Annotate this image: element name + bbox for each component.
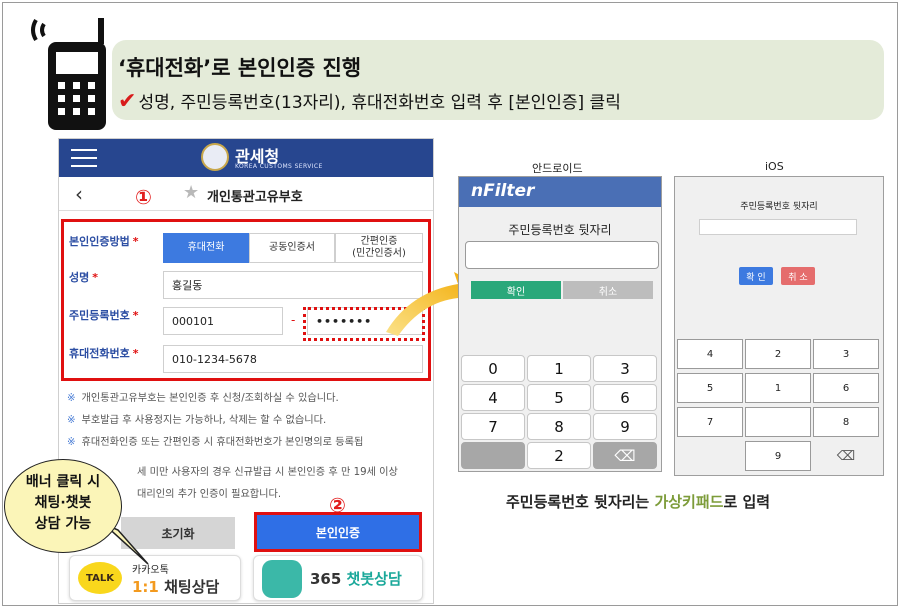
name-label: 성명 * xyxy=(69,271,99,284)
step-1-marker: ① xyxy=(135,185,152,209)
rrn-front-field[interactable]: 000101 xyxy=(163,307,283,335)
keypad-key[interactable]: 3 xyxy=(813,339,879,369)
org-subtitle: KOREA CUSTOMS SERVICE xyxy=(235,163,323,170)
keypad-key[interactable]: 8 xyxy=(813,407,879,437)
keypad-key[interactable]: 2 xyxy=(527,442,591,469)
backspace-icon[interactable]: ⌫ xyxy=(813,441,879,471)
android-input-label: 주민등록번호 뒷자리 xyxy=(508,223,612,237)
phone-label: 휴대전화번호 * xyxy=(69,347,139,360)
ios-keypad-screen: 주민등록번호 뒷자리 확 인 취 소 4 2 3 5 1 6 7 8 9 ⌫ xyxy=(674,176,884,476)
keypad-key[interactable]: 9 xyxy=(745,441,811,471)
keypad-key[interactable]: 6 xyxy=(593,384,657,411)
menu-icon[interactable] xyxy=(71,149,97,167)
keypad-key[interactable]: 6 xyxy=(813,373,879,403)
nfilter-logo: nFilter xyxy=(471,181,535,201)
keypad-key[interactable]: 4 xyxy=(677,339,743,369)
backspace-icon[interactable]: ⌫ xyxy=(593,442,657,469)
header-title: ‘휴대전화’로 본인인증 진행 xyxy=(118,56,362,80)
header-subtitle-text: 성명, 주민등록번호(13자리), 휴대전화번호 입력 후 [본인인증] 클릭 xyxy=(138,93,621,113)
step-2-marker: ② xyxy=(329,493,346,517)
android-keypad-screen: nFilter 주민등록번호 뒷자리 확인 취소 0 1 3 4 5 6 7 8… xyxy=(458,176,662,472)
keypad-key[interactable] xyxy=(745,407,811,437)
ios-ok-button[interactable]: 확 인 xyxy=(739,267,773,285)
keypad-key-blank xyxy=(461,442,525,469)
nfilter-bar: nFilter xyxy=(459,177,661,207)
keypad-key-blank xyxy=(677,441,743,471)
keypad-key[interactable]: 5 xyxy=(677,373,743,403)
page-title: 개인통관고유부호 xyxy=(207,190,303,205)
notice-item: ※ 부호발급 후 사용정지는 가능하나, 삭제는 할 수 없습니다. xyxy=(67,415,327,426)
check-icon: ✔ xyxy=(118,89,137,114)
auth-method-label: 본인인증방법 * xyxy=(69,235,139,248)
page-header: ‹ ★ 개인통관고유부호 xyxy=(59,177,433,211)
chatbot-banner[interactable]: 365 챗봇상담 xyxy=(253,555,423,601)
keypad-key[interactable]: 8 xyxy=(527,413,591,440)
back-icon[interactable]: ‹ xyxy=(75,182,83,206)
tab-joint-certificate[interactable]: 공동인증서 xyxy=(249,233,335,263)
chatbot-label: 365 챗봇상담 xyxy=(310,570,402,588)
keypad-key[interactable]: 1 xyxy=(745,373,811,403)
ios-caption: iOS xyxy=(765,160,784,173)
keypad-key[interactable]: 0 xyxy=(461,355,525,382)
keypad-key[interactable]: 1 xyxy=(527,355,591,382)
keypad-key[interactable]: 7 xyxy=(677,407,743,437)
android-cancel-button[interactable]: 취소 xyxy=(563,281,653,299)
star-icon[interactable]: ★ xyxy=(183,182,199,203)
android-caption: 안드로이드 xyxy=(532,162,583,175)
notice-item: 대리인의 추가 인증이 필요합니다. xyxy=(137,489,282,500)
notice-item: ※ 휴대전화인증 또는 간편인증 시 휴대전화번호가 본인명의로 등록됩 xyxy=(67,437,364,448)
mobile-phone-icon xyxy=(31,18,106,130)
phone-field[interactable]: 010-1234-5678 xyxy=(163,345,423,373)
keypad-key[interactable]: 3 xyxy=(593,355,657,382)
chatbot-icon xyxy=(262,560,302,598)
app-top-bar: 관세청 KOREA CUSTOMS SERVICE xyxy=(59,139,433,177)
keypad-key[interactable]: 7 xyxy=(461,413,525,440)
ios-input-field[interactable] xyxy=(699,219,857,235)
notice-item: 세 미만 사용자의 경우 신규발급 시 본인인증 후 만 19세 이상 xyxy=(137,467,398,478)
tab-mobile-phone[interactable]: 휴대전화 xyxy=(163,233,249,263)
keypad-key[interactable]: 4 xyxy=(461,384,525,411)
customs-logo-icon xyxy=(201,143,229,171)
header-subtitle: ✔ 성명, 주민등록번호(13자리), 휴대전화번호 입력 후 [본인인증] 클릭 xyxy=(118,88,621,114)
rrn-dash: - xyxy=(291,313,296,327)
callout-text: 배너 클릭 시 채팅·챗봇 상담 가능 xyxy=(25,474,101,532)
notice-item: ※ 개인통관고유부호는 본인인증 후 신청/조회하실 수 있습니다. xyxy=(67,393,339,404)
rrn-label: 주민등록번호 * xyxy=(69,309,139,322)
ios-cancel-button[interactable]: 취 소 xyxy=(781,267,815,285)
identity-verify-button[interactable]: 본인인증 xyxy=(254,512,422,552)
keypad-key[interactable]: 9 xyxy=(593,413,657,440)
keypad-key[interactable]: 2 xyxy=(745,339,811,369)
android-input-field[interactable] xyxy=(465,241,659,269)
keypad-caption: 주민등록번호 뒷자리는 가상키패드로 입력 xyxy=(506,493,771,511)
tab-simple-auth[interactable]: 간편인증 (민간인증서) xyxy=(335,233,423,263)
keypad-key[interactable]: 5 xyxy=(527,384,591,411)
android-ok-button[interactable]: 확인 xyxy=(471,281,561,299)
kakao-chat-label: 1:1 채팅상담 xyxy=(132,578,220,596)
ios-input-label: 주민등록번호 뒷자리 xyxy=(740,202,818,212)
